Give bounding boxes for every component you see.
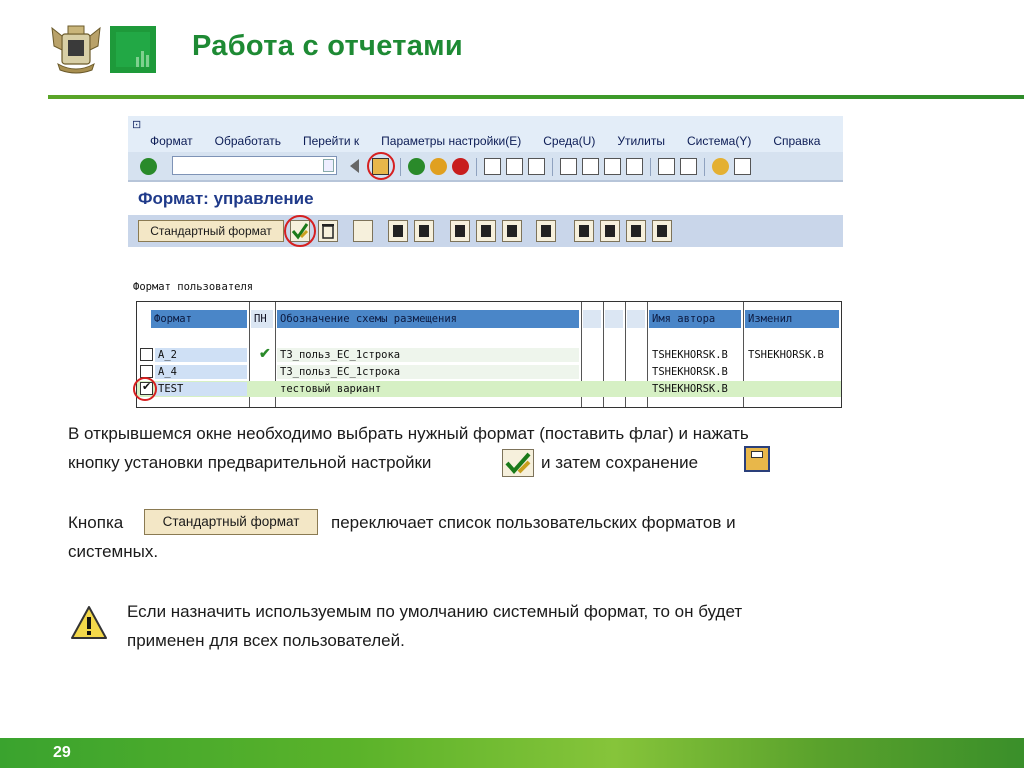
header-layout-name[interactable]: Обозначение схемы размещения <box>277 310 579 328</box>
next-page-icon[interactable] <box>604 158 621 175</box>
menu-format[interactable]: Формат <box>150 132 193 152</box>
note-line-2: применен для всех пользователей. <box>127 631 405 650</box>
button-note-b: переключает список пользовательских форм… <box>331 513 736 532</box>
print-icon[interactable] <box>484 158 501 175</box>
footer-bar <box>0 738 1024 768</box>
page-number: 29 <box>53 744 71 761</box>
button-note-a: Кнопка <box>68 513 124 532</box>
save-icon-inline <box>744 446 770 472</box>
layout-menu-icon[interactable] <box>734 158 751 175</box>
format-table: Формат ПН Обозначение схемы размещения И… <box>133 301 842 408</box>
first-page-icon[interactable] <box>560 158 577 175</box>
find-next-icon[interactable] <box>528 158 545 175</box>
header-format[interactable]: Формат <box>151 310 247 328</box>
layout-icon[interactable] <box>536 220 556 242</box>
checkbox-highlight-ring <box>133 377 157 401</box>
menu-edit[interactable]: Обработать <box>215 132 281 152</box>
header-default[interactable]: ПН <box>251 310 273 328</box>
menu-help[interactable]: Справка <box>773 132 820 152</box>
sort-icon[interactable] <box>476 220 496 242</box>
instruction-line-2a: кнопку установки предварительной настрой… <box>68 453 432 472</box>
back-arrow-icon[interactable] <box>350 159 359 173</box>
header-author[interactable]: Имя автора <box>649 310 741 328</box>
menu-utilities[interactable]: Утилиты <box>617 132 665 152</box>
note-line-1: Если назначить используемым по умолчанию… <box>127 602 743 621</box>
command-dropdown-icon[interactable] <box>323 159 334 172</box>
first-row-icon[interactable] <box>574 220 594 242</box>
exit-icon[interactable] <box>430 158 447 175</box>
delete-icon[interactable] <box>318 220 338 242</box>
menu-environment[interactable]: Среда(U) <box>543 132 595 152</box>
filter-icon[interactable] <box>502 220 522 242</box>
cancel-icon[interactable] <box>452 158 469 175</box>
details-icon[interactable] <box>353 220 373 242</box>
section-label: Формат пользователя <box>133 281 254 293</box>
header-sort-icon[interactable] <box>605 310 623 328</box>
help-icon[interactable] <box>712 158 729 175</box>
set-default-icon-inline <box>502 449 534 477</box>
brand-square <box>110 26 156 73</box>
instruction-line-1: В открывшемся окне необходимо выбрать ну… <box>68 424 749 443</box>
print-list-icon[interactable] <box>450 220 470 242</box>
header-rule <box>48 95 1024 99</box>
command-field[interactable] <box>172 156 337 175</box>
export-icon[interactable] <box>388 220 408 242</box>
row-checkbox[interactable] <box>140 365 153 378</box>
system-menu-icon[interactable]: ⊡ <box>132 118 141 131</box>
default-check-icon: ✔ <box>259 345 271 361</box>
instruction-line-2b: и затем сохранение <box>541 453 699 472</box>
save-highlight-ring <box>367 152 395 180</box>
sap-window-title: Формат: управление <box>138 189 314 208</box>
last-row-icon[interactable] <box>652 220 672 242</box>
header-filter-icon[interactable] <box>627 310 645 328</box>
previous-page-icon[interactable] <box>582 158 599 175</box>
menu-system[interactable]: Система(Y) <box>687 132 751 152</box>
table-row[interactable]: A_4 ТЗ_польз_ЕС_1строка TSHEKHORSK.B <box>137 364 841 380</box>
set-default-highlight-ring <box>284 215 316 247</box>
shortcut-icon[interactable] <box>680 158 697 175</box>
table-row[interactable]: A_2 ✔ ТЗ_польз_ЕС_1строка TSHEKHORSK.B T… <box>137 345 841 363</box>
find-icon[interactable] <box>506 158 523 175</box>
coat-of-arms-logo <box>51 25 101 74</box>
import-icon[interactable] <box>414 220 434 242</box>
header-changed-by[interactable]: Изменил <box>745 310 839 328</box>
next-row-icon[interactable] <box>626 220 646 242</box>
sap-menubar: Формат Обработать Перейти к Параметры на… <box>128 132 820 152</box>
warning-icon <box>71 606 107 639</box>
sap-screenshot: ⊡ Формат Обработать Перейти к Параметры … <box>128 116 843 408</box>
menu-settings[interactable]: Параметры настройки(E) <box>381 132 521 152</box>
standard-format-button-inline: Стандартный формат <box>144 509 318 535</box>
standard-format-button[interactable]: Стандартный формат <box>138 220 284 242</box>
slide-title: Работа с отчетами <box>192 30 464 62</box>
row-checkbox[interactable] <box>140 348 153 361</box>
back-icon[interactable] <box>408 158 425 175</box>
enter-icon[interactable] <box>140 158 157 175</box>
new-session-icon[interactable] <box>658 158 675 175</box>
button-note-line-2: системных. <box>68 542 159 561</box>
menu-goto[interactable]: Перейти к <box>303 132 359 152</box>
previous-row-icon[interactable] <box>600 220 620 242</box>
last-page-icon[interactable] <box>626 158 643 175</box>
table-row-selected[interactable]: TEST тестовый вариант TSHEKHORSK.B <box>137 380 841 397</box>
header-print-icon[interactable] <box>583 310 601 328</box>
